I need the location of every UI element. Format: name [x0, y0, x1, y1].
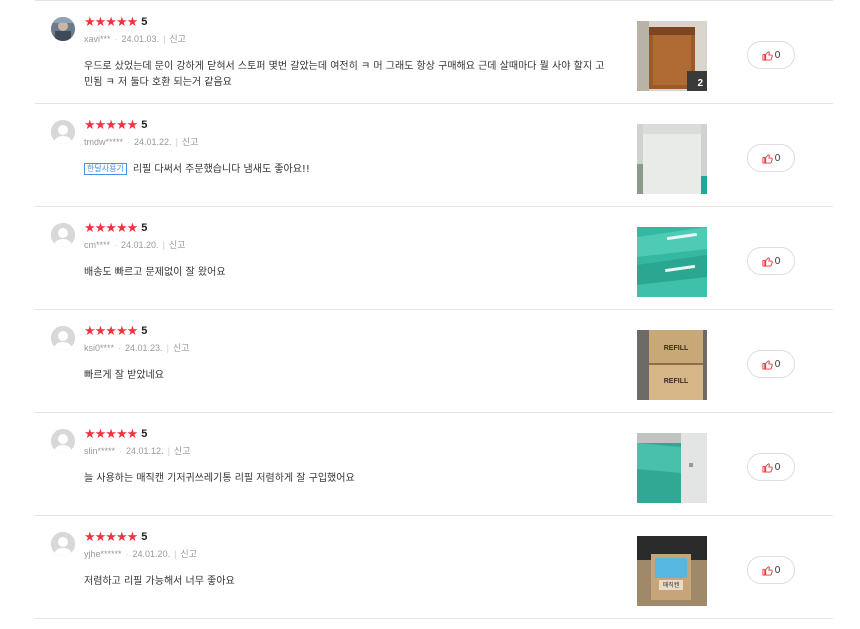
review-meta: xavi*** · 24.01.03. | 신고 — [84, 32, 186, 45]
box-label: 매직캔 — [663, 581, 680, 589]
star-icons: ★★★★★ — [84, 323, 138, 339]
avatar — [51, 120, 75, 144]
star-rating: ★★★★★ 5 — [84, 427, 147, 441]
star-icons: ★★★★★ — [84, 220, 138, 236]
thumbs-up-icon — [762, 462, 773, 473]
review-item: ★★★★★ 5 yjhe****** · 24.01.20. | 신고 저렴하고… — [35, 515, 833, 619]
reviewer-name: tmdw***** — [84, 136, 124, 147]
reviewer-name: ksi0**** — [84, 342, 115, 353]
like-button[interactable]: 0 — [747, 247, 795, 275]
avatar — [51, 17, 75, 41]
review-date: 24.01.20. — [121, 239, 159, 250]
review-text: 저렴하고 리필 가능해서 너무 좋아요 — [84, 576, 235, 587]
review-photo[interactable] — [637, 124, 707, 194]
review-date: 24.01.20. — [132, 548, 171, 559]
report-link[interactable]: 신고 — [180, 547, 197, 560]
reviewer-name: yjhe****** — [84, 548, 122, 559]
review-item: ★★★★★ 5 ksi0**** · 24.01.23. | 신고 빠르게 잘 … — [35, 309, 833, 412]
like-count: 0 — [774, 49, 781, 61]
review-photo[interactable] — [637, 227, 707, 297]
avatar — [51, 326, 75, 350]
review-date: 24.01.03. — [121, 33, 160, 44]
review-meta: yjhe****** · 24.01.20. | 신고 — [84, 547, 197, 560]
review-photo[interactable]: 2 — [637, 21, 707, 91]
avatar — [51, 429, 75, 453]
box-label: REFILL — [664, 378, 689, 385]
thumbs-up-icon — [762, 359, 773, 370]
review-item: ★★★★★ 5 cm**** · 24.01.20. | 신고 배송도 빠르고 … — [35, 206, 833, 309]
review-text: 배송도 빠르고 문제없이 잘 왔어요 — [84, 267, 226, 278]
report-link[interactable]: 신고 — [169, 32, 186, 45]
rating-score: 5 — [141, 16, 148, 28]
photo-count: 2 — [697, 78, 703, 89]
thumbs-up-icon — [762, 565, 773, 576]
report-link[interactable]: 신고 — [169, 238, 186, 251]
review-item: ★★★★★ 5 tmdw***** · 24.01.22. | 신고 한달사용기… — [35, 103, 833, 206]
like-count: 0 — [774, 564, 781, 576]
rating-score: 5 — [141, 325, 148, 337]
review-meta: slin***** · 24.01.12. | 신고 — [84, 444, 191, 457]
review-photo[interactable]: REFILL REFILL — [637, 330, 707, 400]
like-button[interactable]: 0 — [747, 556, 795, 584]
rating-score: 5 — [141, 428, 148, 440]
review-item: ★★★★★ 5 xavi*** · 24.01.03. | 신고 우드로 샀었는… — [35, 0, 833, 103]
avatar — [51, 223, 75, 247]
like-count: 0 — [774, 358, 781, 370]
like-button[interactable]: 0 — [747, 350, 795, 378]
reviewer-name: slin***** — [84, 445, 116, 456]
usage-tag: 한달사용기 — [84, 163, 127, 175]
star-rating: ★★★★★ 5 — [84, 530, 147, 544]
review-meta: cm**** · 24.01.20. | 신고 — [84, 238, 186, 251]
rating-score: 5 — [141, 119, 148, 131]
review-photo[interactable] — [637, 433, 707, 503]
review-date: 24.01.23. — [125, 342, 163, 353]
reviewer-name: xavi*** — [84, 33, 111, 44]
review-meta: ksi0**** · 24.01.23. | 신고 — [84, 341, 190, 354]
like-button[interactable]: 0 — [747, 453, 795, 481]
reviewer-name: cm**** — [84, 239, 111, 250]
report-link[interactable]: 신고 — [173, 341, 190, 354]
review-text: 늘 사용하는 매직캔 기저귀쓰레기통 리필 저렴하게 잘 구입했어요 — [84, 473, 355, 484]
star-icons: ★★★★★ — [84, 117, 138, 133]
report-link[interactable]: 신고 — [174, 444, 191, 457]
review-item: ★★★★★ 5 slin***** · 24.01.12. | 신고 늘 사용하… — [35, 412, 833, 515]
star-icons: ★★★★★ — [84, 426, 138, 442]
avatar — [51, 532, 75, 556]
review-date: 24.01.12. — [126, 445, 164, 456]
review-text: 빠르게 잘 받았네요 — [84, 370, 164, 381]
review-text-row: 한달사용기 리필 다써서 주문했습니다 냄새도 좋아요!! — [84, 162, 609, 178]
report-link[interactable]: 신고 — [182, 135, 199, 148]
like-button[interactable]: 0 — [747, 41, 795, 69]
star-rating: ★★★★★ 5 — [84, 118, 147, 132]
review-date: 24.01.22. — [134, 136, 172, 147]
star-icons: ★★★★★ — [84, 529, 138, 545]
like-count: 0 — [774, 152, 781, 164]
like-button[interactable]: 0 — [747, 144, 795, 172]
star-rating: ★★★★★ 5 — [84, 221, 147, 235]
review-list: ★★★★★ 5 xavi*** · 24.01.03. | 신고 우드로 샀었는… — [35, 0, 833, 619]
review-text: 우드로 샀었는데 문이 강하게 닫혀서 스토퍼 몇번 갈았는데 여전히 ㅋ 머 … — [84, 61, 605, 88]
star-rating: ★★★★★ 5 — [84, 324, 147, 338]
like-count: 0 — [774, 255, 781, 267]
like-count: 0 — [774, 461, 781, 473]
rating-score: 5 — [141, 531, 148, 543]
review-meta: tmdw***** · 24.01.22. | 신고 — [84, 135, 199, 148]
review-text: 리필 다써서 주문했습니다 냄새도 좋아요!! — [132, 164, 310, 175]
star-icons: ★★★★★ — [84, 14, 138, 30]
thumbs-up-icon — [762, 256, 773, 267]
star-rating: ★★★★★ 5 — [84, 15, 147, 29]
box-label: REFILL — [664, 345, 689, 352]
rating-score: 5 — [141, 222, 148, 234]
review-photo[interactable]: 매직캔 — [637, 536, 707, 606]
thumbs-up-icon — [762, 153, 773, 164]
thumbs-up-icon — [762, 50, 773, 61]
